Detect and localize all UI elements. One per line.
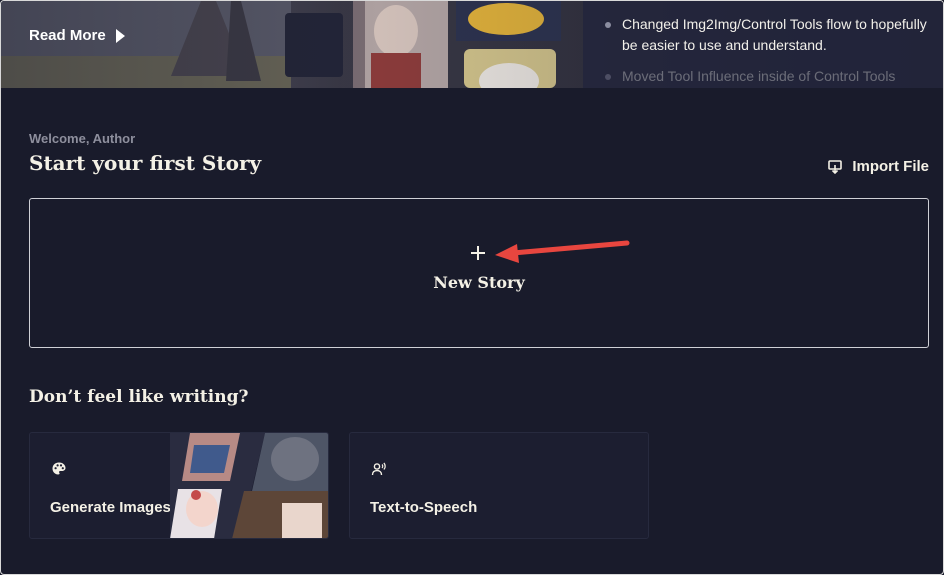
generate-images-label: Generate Images: [50, 499, 171, 516]
welcome-text: Welcome, Author: [29, 131, 136, 146]
page-title: Start your first Story: [29, 151, 262, 175]
play-triangle-icon: [115, 28, 125, 43]
palette-icon: [52, 462, 66, 475]
update-banner: Read More Changed Img2Img/Control Tools …: [1, 1, 943, 88]
import-file-button[interactable]: Import File: [828, 158, 929, 175]
import-file-label: Import File: [852, 158, 929, 175]
changelog-item: Changed Img2Img/Control Tools flow to ho…: [605, 14, 933, 56]
changelog-item: Moved Tool Influence inside of Control T…: [605, 66, 933, 87]
new-story-label: New Story: [433, 273, 525, 292]
text-to-speech-card[interactable]: Text-to-Speech: [349, 432, 649, 539]
generate-images-card[interactable]: Generate Images: [29, 432, 329, 539]
anime-collage-image: [170, 433, 328, 538]
plus-icon: [471, 246, 485, 260]
bullet-icon: [605, 74, 611, 80]
app-window: Read More Changed Img2Img/Control Tools …: [0, 0, 944, 575]
import-icon: [828, 159, 843, 174]
changelog-text: Moved Tool Influence inside of Control T…: [622, 68, 896, 84]
new-story-card[interactable]: New Story: [29, 198, 929, 348]
bullet-icon: [605, 22, 611, 28]
speaking-person-icon: [371, 462, 386, 476]
read-more-label: Read More: [29, 27, 106, 44]
text-to-speech-label: Text-to-Speech: [370, 499, 478, 516]
changelog-text: Changed Img2Img/Control Tools flow to ho…: [622, 16, 927, 53]
tools-heading: Don’t feel like writing?: [29, 387, 249, 407]
changelog-panel: Changed Img2Img/Control Tools flow to ho…: [583, 1, 943, 88]
read-more-link[interactable]: Read More: [29, 27, 125, 44]
